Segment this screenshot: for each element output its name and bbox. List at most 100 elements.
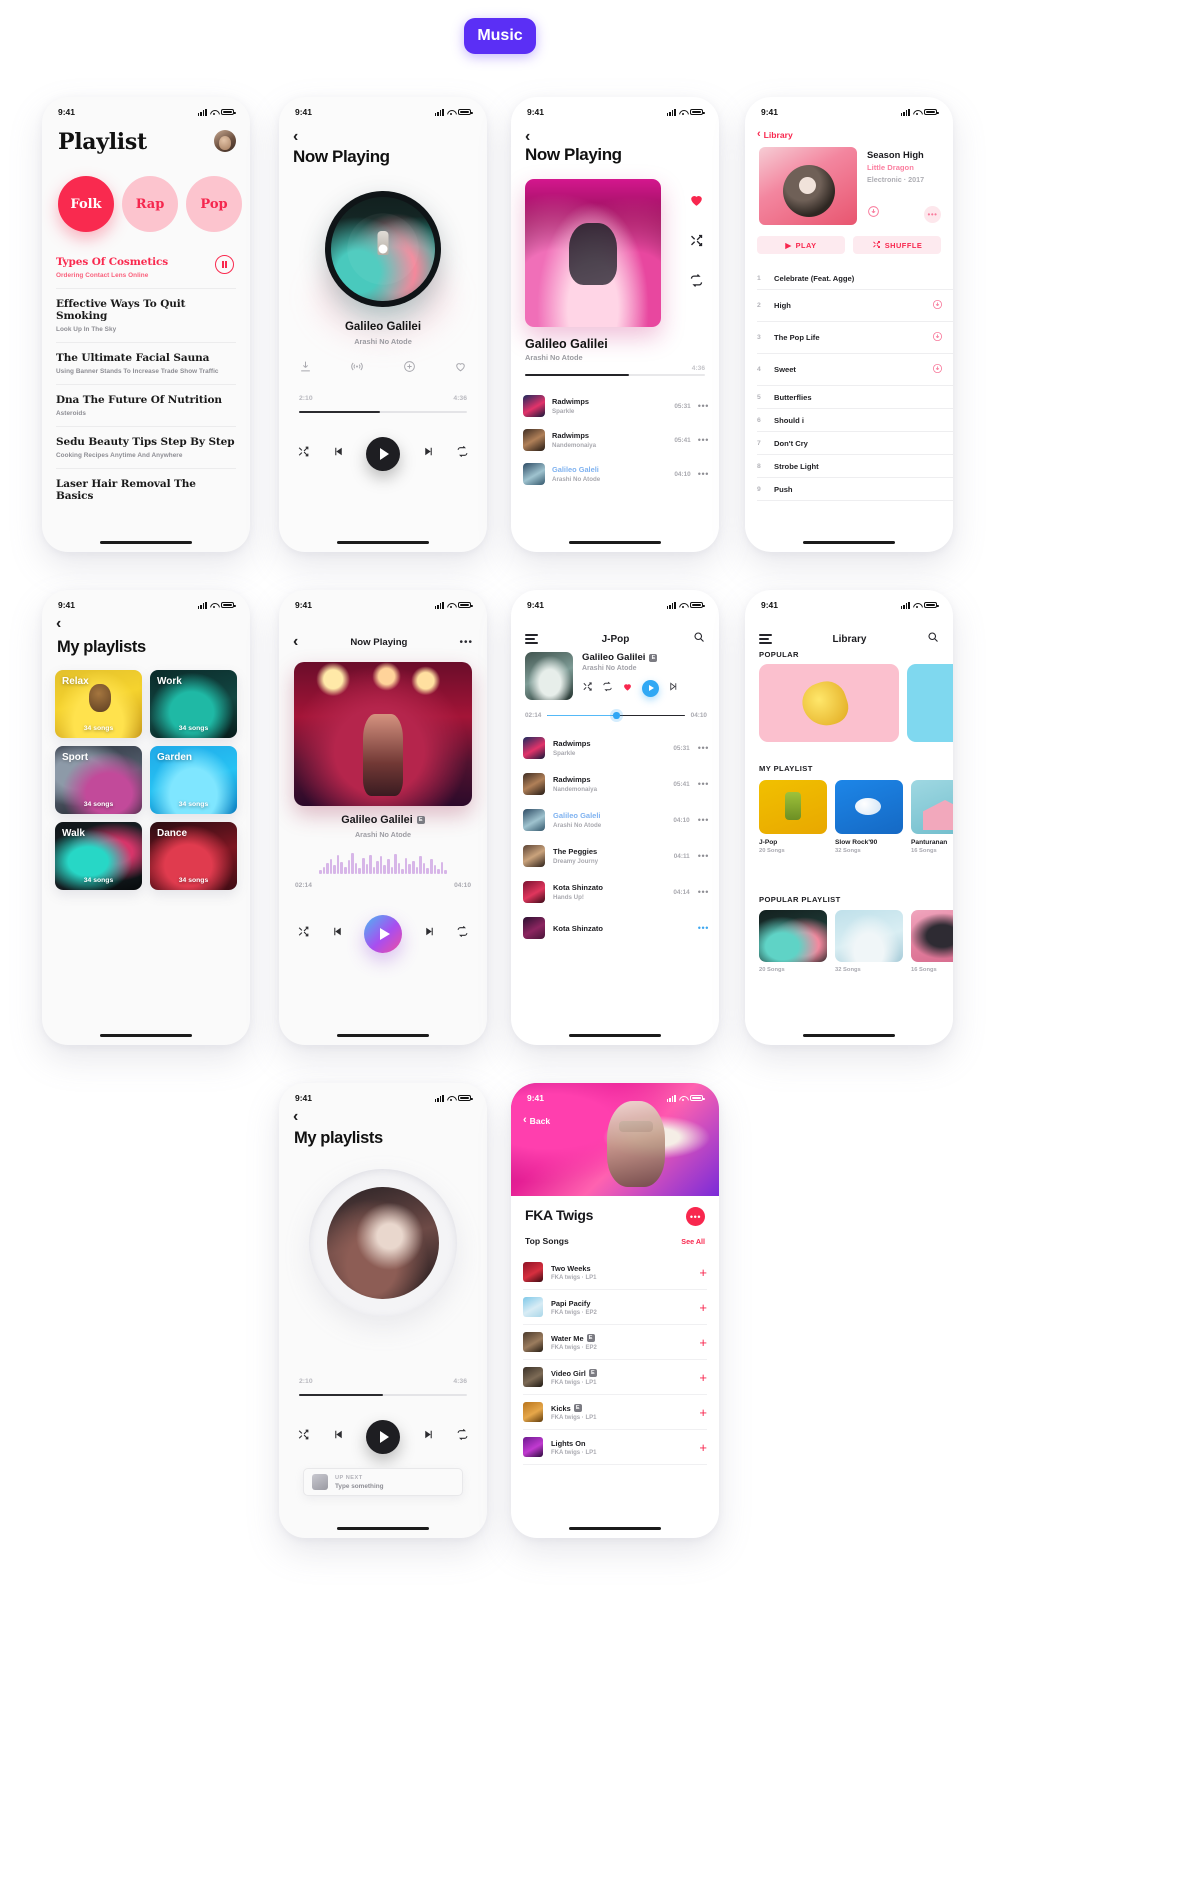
more-options-button[interactable]: ••• (924, 205, 941, 223)
shuffle-icon[interactable] (297, 925, 310, 943)
my-playlist-card[interactable]: Panturanan 16 Songs (911, 780, 953, 854)
play-button[interactable] (364, 915, 402, 953)
next-icon[interactable] (423, 925, 436, 943)
table-row[interactable]: 4 Sweet (757, 354, 953, 386)
back-button[interactable]: ‹ Back (523, 1115, 550, 1126)
table-row[interactable]: 8 Strobe Light (757, 455, 953, 478)
add-icon[interactable]: + (699, 1336, 707, 1349)
next-icon[interactable] (668, 679, 679, 697)
list-item[interactable]: Radwimps Nandemonaiya 05:41 ••• (523, 766, 709, 802)
playlist-card-walk[interactable]: Walk 34 songs (55, 822, 142, 890)
popular-card-banana[interactable] (759, 664, 899, 742)
download-cloud-icon[interactable] (867, 205, 880, 223)
repeat-icon[interactable] (689, 273, 704, 293)
heart-filled-icon[interactable] (622, 679, 633, 697)
pause-button[interactable] (215, 255, 234, 274)
table-row[interactable]: 5 Butterflies (757, 386, 953, 409)
more-options-icon[interactable]: ••• (698, 469, 709, 479)
more-options-button[interactable]: ••• (686, 1207, 705, 1226)
list-item[interactable]: Laser Hair Removal The Basics (56, 468, 236, 511)
shuffle-icon[interactable] (689, 233, 704, 253)
table-row[interactable]: 7 Don't Cry (757, 432, 953, 455)
list-item[interactable]: Two Weeks FKA twigs · LP1 + (523, 1255, 707, 1290)
progress-slider[interactable] (299, 1394, 467, 1396)
play-button[interactable] (366, 1420, 400, 1454)
list-item[interactable]: Water Me E FKA twigs · EP2 + (523, 1325, 707, 1360)
table-row[interactable]: 2 High (757, 290, 953, 322)
previous-icon[interactable] (331, 925, 344, 943)
back-chevron-icon[interactable]: ‹ (293, 1109, 298, 1125)
playlist-card-sport[interactable]: Sport 34 songs (55, 746, 142, 814)
add-icon[interactable]: + (699, 1406, 707, 1419)
next-icon[interactable] (422, 445, 435, 463)
download-icon[interactable] (299, 360, 312, 373)
up-next-field[interactable]: UP NEXT Type something (303, 1468, 463, 1496)
list-item[interactable]: The Ultimate Facial Sauna Using Banner S… (56, 342, 236, 384)
genre-chip-pop[interactable]: Pop (186, 176, 242, 232)
add-icon[interactable]: + (699, 1441, 707, 1454)
play-button[interactable] (366, 437, 400, 471)
popular-playlist-card[interactable]: 20 Songs (759, 910, 827, 973)
search-icon[interactable] (927, 630, 939, 648)
album-art-vinyl[interactable] (325, 191, 441, 307)
download-cloud-icon[interactable] (932, 361, 943, 379)
menu-icon[interactable] (525, 633, 538, 645)
play-button[interactable] (642, 679, 659, 697)
back-chevron-icon[interactable]: ‹ (293, 634, 298, 650)
see-all-link[interactable]: See All (681, 1237, 705, 1246)
genre-chip-rap[interactable]: Rap (122, 176, 178, 232)
list-item[interactable]: Kota Shinzato Hands Up! 04:14 ••• (523, 874, 709, 910)
back-to-library-button[interactable]: ‹ Library (757, 129, 793, 140)
album-art[interactable] (525, 652, 573, 700)
shuffle-icon[interactable] (582, 679, 593, 697)
table-row[interactable]: 9 Push (757, 478, 953, 501)
playlist-card-relax[interactable]: Relax 34 songs (55, 670, 142, 738)
list-item[interactable]: Radwimps Sparkle 05:31 ••• (523, 730, 709, 766)
my-playlist-card[interactable]: Slow Rock'90 32 Songs (835, 780, 903, 854)
popular-card-blue[interactable] (907, 664, 953, 742)
play-button[interactable]: ▶ PLAY (757, 236, 845, 254)
waveform[interactable] (319, 852, 447, 874)
list-item[interactable]: Galileo Galeli Arashi No Atode 04:10 ••• (523, 802, 709, 838)
back-chevron-icon[interactable]: ‹ (56, 616, 61, 632)
back-chevron-icon[interactable]: ‹ (525, 129, 530, 145)
list-item[interactable]: Sedu Beauty Tips Step By Step Cooking Re… (56, 426, 236, 468)
cast-icon[interactable] (350, 360, 364, 373)
album-art[interactable] (294, 662, 472, 806)
album-art-disc[interactable] (327, 1187, 439, 1299)
shuffle-icon[interactable] (297, 1428, 310, 1446)
table-row[interactable]: 3 The Pop Life (757, 322, 953, 354)
album-art[interactable] (525, 179, 661, 327)
progress-knob[interactable] (613, 712, 620, 719)
table-row[interactable]: 6 Should i (757, 409, 953, 432)
list-item[interactable]: Kicks E FKA twigs · LP1 + (523, 1395, 707, 1430)
playlist-card-work[interactable]: Work 34 songs (150, 670, 237, 738)
list-item[interactable]: Papi Pacify FKA twigs · EP2 + (523, 1290, 707, 1325)
more-options-icon[interactable]: ••• (459, 637, 473, 648)
list-item[interactable]: Video Girl E FKA twigs · LP1 + (523, 1360, 707, 1395)
list-item[interactable]: The Peggies Dreamy Journy 04:11 ••• (523, 838, 709, 874)
shuffle-icon[interactable] (297, 445, 310, 463)
popular-playlist-card[interactable]: 32 Songs (835, 910, 903, 973)
add-icon[interactable]: + (699, 1301, 707, 1314)
progress-slider[interactable] (299, 411, 467, 413)
music-badge[interactable]: Music (464, 18, 536, 54)
add-icon[interactable]: + (699, 1266, 707, 1279)
more-options-icon[interactable]: ••• (698, 779, 709, 789)
search-icon[interactable] (693, 630, 705, 648)
more-options-icon[interactable]: ••• (698, 923, 709, 933)
genre-chip-folk[interactable]: Folk (58, 176, 114, 232)
download-cloud-icon[interactable] (932, 297, 943, 315)
download-cloud-icon[interactable] (932, 329, 943, 347)
previous-icon[interactable] (332, 445, 345, 463)
heart-icon[interactable] (454, 360, 467, 373)
list-item[interactable]: Kota Shinzato ••• (523, 910, 709, 946)
list-item[interactable]: Lights On FKA twigs · LP1 + (523, 1430, 707, 1465)
shuffle-button[interactable]: SHUFFLE (853, 236, 941, 254)
more-options-icon[interactable]: ••• (698, 887, 709, 897)
list-item[interactable]: Radwimps Sparkle 05:31 ••• (523, 389, 709, 423)
table-row[interactable]: 1 Celebrate (Feat. Agge) (757, 267, 953, 290)
popular-playlist-card[interactable]: 16 Songs (911, 910, 953, 973)
list-item[interactable]: Galileo Galeli Arashi No Atode 04:10 ••• (523, 457, 709, 491)
playlist-card-dance[interactable]: Dance 34 songs (150, 822, 237, 890)
